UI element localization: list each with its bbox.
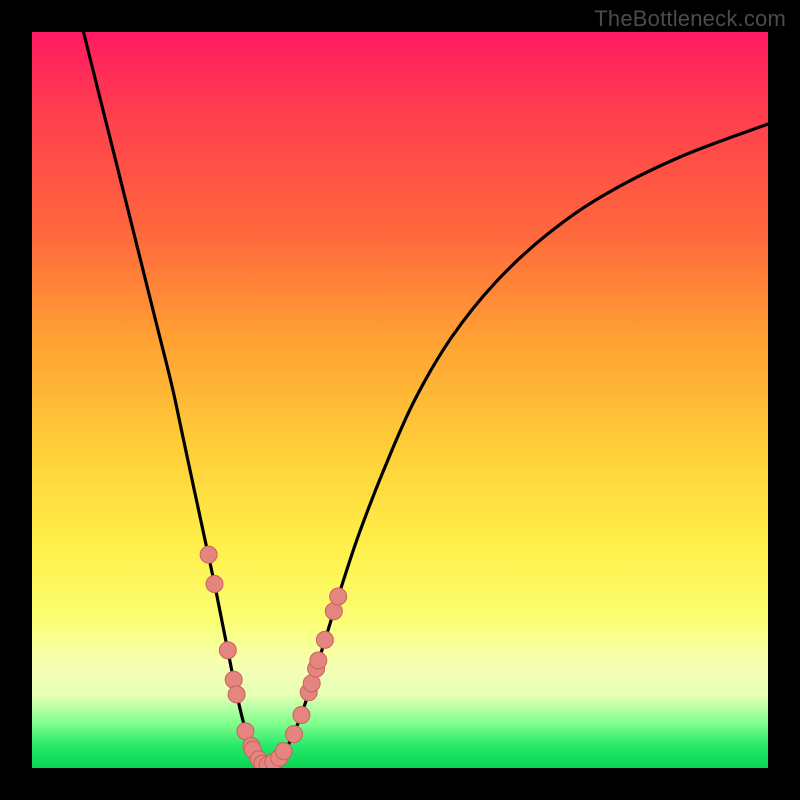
- data-marker: [310, 652, 327, 669]
- plot-area: [32, 32, 768, 768]
- chart-svg: [32, 32, 768, 768]
- data-marker: [225, 671, 242, 688]
- data-marker: [316, 631, 333, 648]
- data-marker: [200, 546, 217, 563]
- outer-frame: TheBottleneck.com: [0, 0, 800, 800]
- marker-group: [200, 546, 347, 768]
- curve-left: [84, 32, 267, 767]
- data-marker: [330, 588, 347, 605]
- data-marker: [275, 743, 292, 760]
- data-marker: [219, 642, 236, 659]
- data-marker: [228, 686, 245, 703]
- data-marker: [293, 707, 310, 724]
- data-marker: [206, 576, 223, 593]
- data-marker: [286, 726, 303, 743]
- watermark-label: TheBottleneck.com: [594, 6, 786, 32]
- curve-group: [84, 32, 769, 767]
- curve-right: [267, 124, 768, 767]
